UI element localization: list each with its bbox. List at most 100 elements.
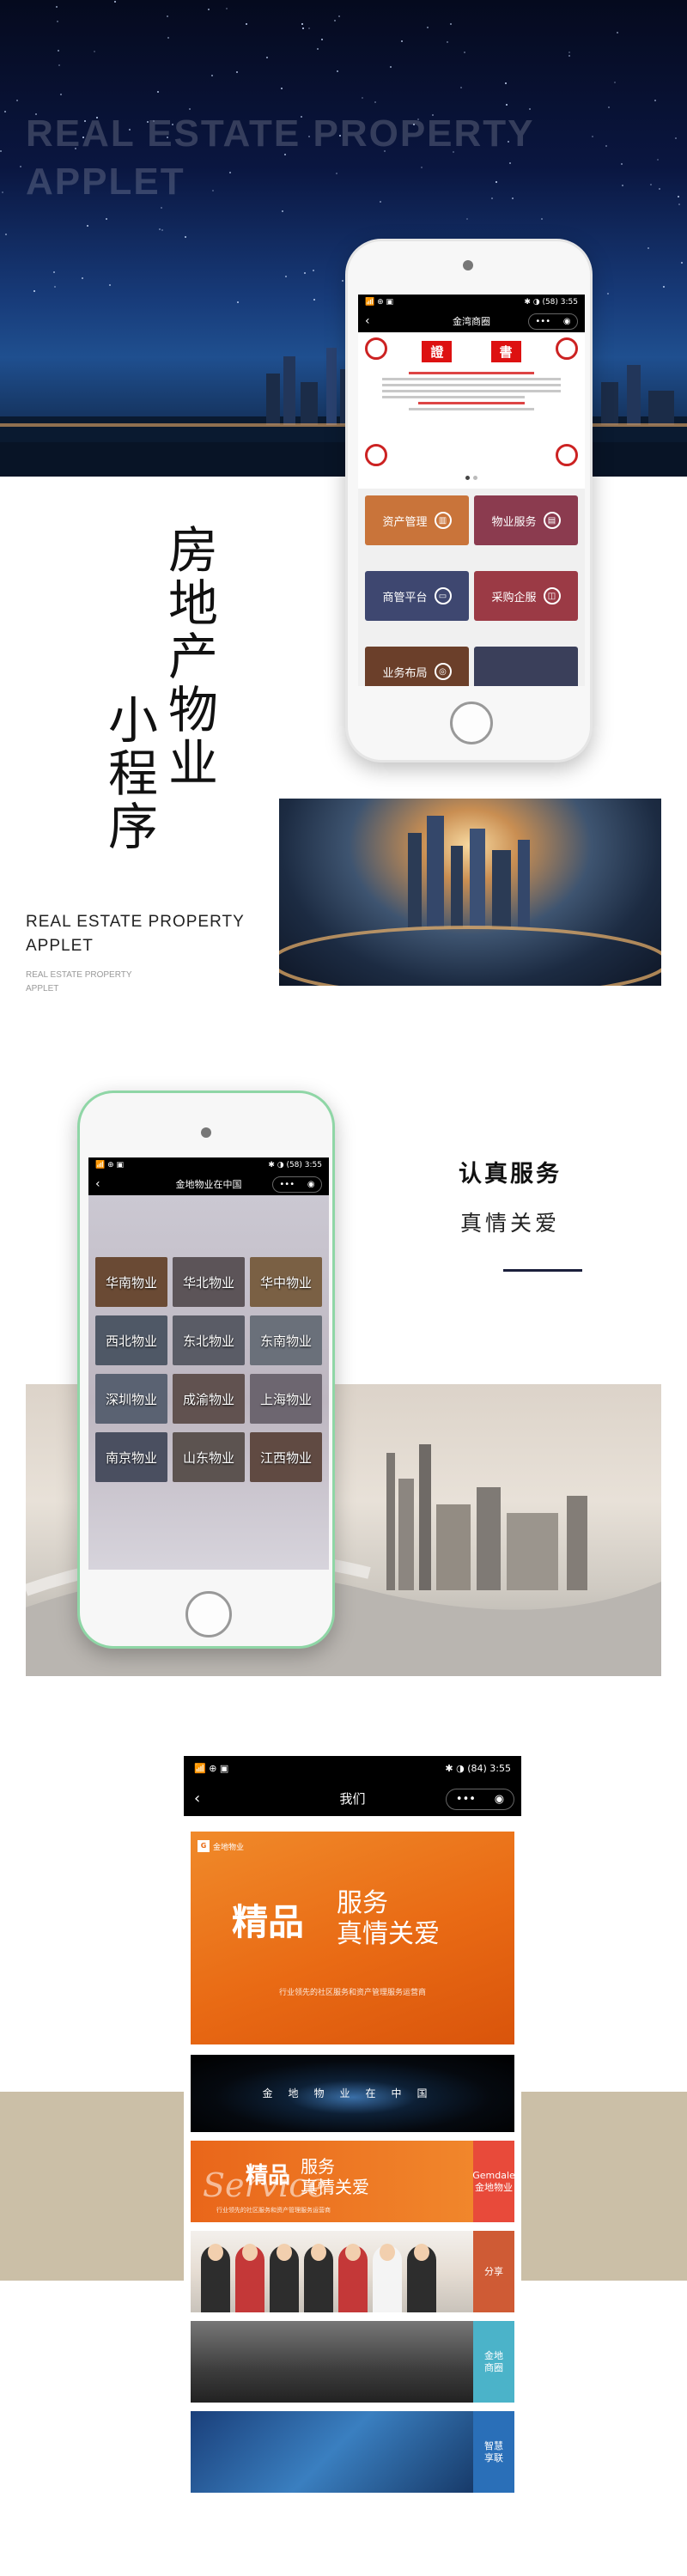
camera-dot <box>463 260 473 270</box>
service-tile-grid: 资产管理 ▥ 物业服务 ▤ 商管平台 ▭ 采购企服 ◫ 业务布局 ◎ <box>358 489 585 686</box>
certificate-carousel[interactable]: 證 書 <box>358 332 585 489</box>
banner-smart-city[interactable]: 智慧 享联 <box>191 2411 514 2493</box>
region-item[interactable]: 东南物业 <box>250 1315 322 1365</box>
ornament-icon <box>365 444 387 466</box>
page: REAL ESTATE PROPERTY APPLET 📶 ⊕ ▣ ✱ ◑ (5… <box>0 0 687 2576</box>
star <box>678 196 679 197</box>
laptop-icon: ▭ <box>434 587 452 605</box>
region-item[interactable]: 西北物业 <box>95 1315 167 1365</box>
region-panel: 华南物业 华北物业 华中物业西北物业 东北物业 东南物业深圳物业 成渝物业 上海物业南京物业… <box>88 1195 329 1570</box>
camera-dot <box>201 1127 211 1138</box>
star <box>226 8 228 9</box>
tile-commercial-platform[interactable]: 商管平台 ▭ <box>365 571 469 621</box>
banner-service[interactable]: Service 精品 服务 真情关爱 行业领先的社区服务和资产管理服务运营商 Ge… <box>191 2141 514 2222</box>
banner-small-text: 服务 真情关爱 <box>337 1888 440 1949</box>
star <box>401 40 403 42</box>
star <box>237 301 239 303</box>
side-tab-business-circle[interactable]: 金地 商圈 <box>473 2321 514 2403</box>
side-tab-gemdale[interactable]: Gemdale 金地物业 <box>472 2141 514 2222</box>
region-item[interactable]: 成渝物业 <box>173 1374 245 1424</box>
star <box>675 137 677 139</box>
star <box>308 27 310 29</box>
star <box>20 166 21 167</box>
nav-bar: ‹ 我们 ••• ◉ <box>184 1780 521 1816</box>
section2-subtitle: 真情关爱 <box>459 1211 560 1236</box>
banner-caption: 行业领先的社区服务和资产管理服务运营商 <box>216 2207 331 2214</box>
star <box>57 21 58 22</box>
star <box>161 207 162 209</box>
star <box>157 91 159 93</box>
region-item[interactable]: 山东物业 <box>173 1432 245 1482</box>
star <box>313 299 315 301</box>
star <box>4 111 6 112</box>
star <box>16 100 18 101</box>
close-target-icon[interactable]: ◉ <box>563 317 571 326</box>
region-item[interactable]: 华北物业 <box>173 1257 245 1307</box>
star <box>614 82 616 83</box>
star <box>106 218 107 220</box>
star <box>659 188 660 190</box>
star <box>647 247 649 249</box>
star <box>317 48 319 50</box>
banner-staff-photo[interactable]: 分享 <box>191 2231 514 2312</box>
back-arrow-icon[interactable]: ‹ <box>365 314 370 328</box>
nav-title: 金地物业在中国 <box>175 1179 242 1190</box>
ornament-icon <box>556 444 578 466</box>
region-item[interactable]: 南京物业 <box>95 1432 167 1482</box>
star <box>505 82 507 84</box>
tile-procurement[interactable]: 采购企服 ◫ <box>474 571 578 621</box>
tile-extra[interactable] <box>474 647 578 686</box>
star <box>506 104 508 106</box>
region-item[interactable]: 深圳物业 <box>95 1374 167 1424</box>
mini-program-capsule[interactable]: ••• ◉ <box>446 1789 514 1810</box>
more-icon[interactable]: ••• <box>535 317 550 326</box>
mini-program-capsule[interactable]: ••• ◉ <box>528 313 578 330</box>
carousel-dots[interactable] <box>358 467 585 483</box>
region-item[interactable]: 东北物业 <box>173 1315 245 1365</box>
nav-title: 金湾商圈 <box>453 316 490 327</box>
star <box>681 262 683 264</box>
compass-icon: ◎ <box>434 663 452 680</box>
star <box>285 276 287 277</box>
caption-en-main: REAL ESTATE PROPERTY APPLET <box>26 913 245 955</box>
banner-caption: 行业领先的社区服务和资产管理服务运营商 <box>278 1989 426 1997</box>
star <box>5 234 7 235</box>
more-icon[interactable]: ••• <box>456 1793 476 1806</box>
star <box>54 286 56 288</box>
banner-globe[interactable]: 金地物业在中国 <box>191 2055 514 2132</box>
region-item[interactable]: 华南物业 <box>95 1257 167 1307</box>
mini-program-capsule[interactable]: ••• ◉ <box>272 1176 322 1193</box>
battery-time: ✱ ◑ (58) 3:55 <box>524 298 578 307</box>
banner-meeting-photo[interactable]: 金地 商圈 <box>191 2321 514 2403</box>
battery-time: ✱ ◑ (58) 3:55 <box>268 1161 322 1170</box>
banner-globe-text: 金地物业在中国 <box>262 2087 443 2099</box>
star <box>390 66 392 68</box>
region-item[interactable]: 华中物业 <box>250 1257 322 1307</box>
banner-small-text: 服务 真情关爱 <box>301 2156 369 2197</box>
star <box>60 94 62 95</box>
side-tab-share[interactable]: 分享 <box>473 2231 514 2312</box>
tile-business-layout[interactable]: 业务布局 ◎ <box>365 647 469 686</box>
phone-mockup-2: 📶 ⊕ ▣ ✱ ◑ (58) 3:55 ‹ 金地物业在中国 ••• ◉ 华南物业… <box>77 1091 335 1649</box>
tile-property-service[interactable]: 物业服务 ▤ <box>474 495 578 545</box>
tile-asset-management[interactable]: 资产管理 ▥ <box>365 495 469 545</box>
star <box>266 57 268 58</box>
region-item[interactable]: 江西物业 <box>250 1432 322 1482</box>
side-tab-smart[interactable]: 智慧 享联 <box>473 2411 514 2493</box>
signal-icon: 📶 ⊕ ▣ <box>194 1762 229 1774</box>
region-item[interactable]: 上海物业 <box>250 1374 322 1424</box>
chart-icon: ▥ <box>434 512 452 529</box>
back-arrow-icon[interactable]: ‹ <box>95 1177 100 1191</box>
close-target-icon[interactable]: ◉ <box>307 1180 315 1189</box>
more-icon[interactable]: ••• <box>279 1180 295 1189</box>
star <box>53 271 55 273</box>
back-arrow-icon[interactable]: ‹ <box>194 1789 200 1807</box>
vertical-title-col1: 房地产物业 <box>167 521 218 793</box>
close-target-icon[interactable]: ◉ <box>495 1793 504 1806</box>
banner-quality-service[interactable]: G 金地物业 精品 服务 真情关爱 行业领先的社区服务和资产管理服务运营商 <box>191 1832 514 2044</box>
star <box>622 185 623 186</box>
star <box>657 159 659 161</box>
star <box>281 88 283 89</box>
star <box>109 284 111 286</box>
star <box>617 32 618 33</box>
